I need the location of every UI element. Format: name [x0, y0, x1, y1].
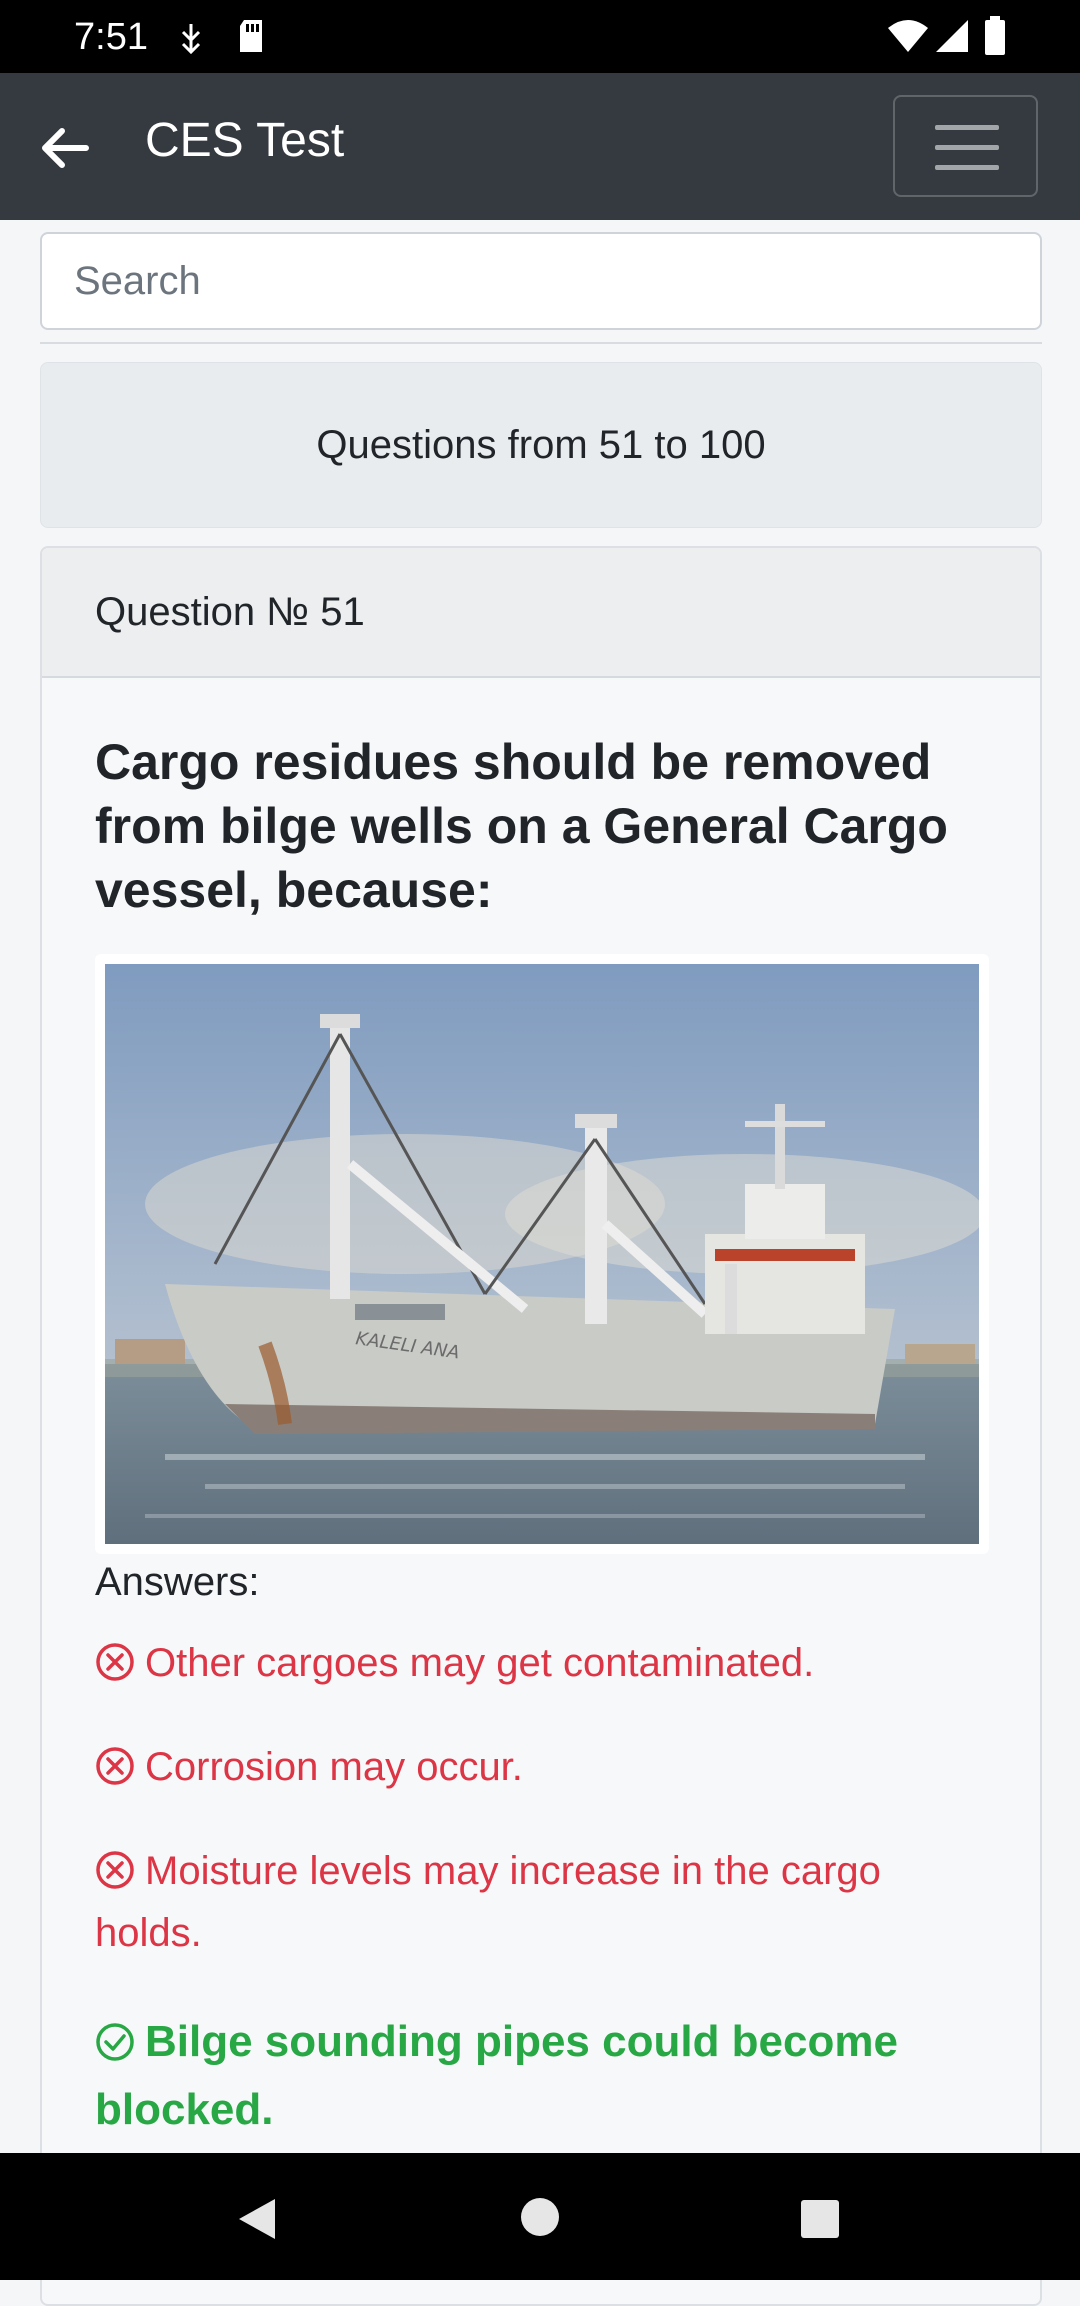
hamburger-line — [935, 165, 999, 170]
usb-debug-icon — [176, 22, 206, 59]
answer-option[interactable]: Other cargoes may get contaminated. — [95, 1632, 975, 1694]
divider — [40, 342, 1042, 344]
answer-option[interactable]: Corrosion may occur. — [95, 1736, 975, 1798]
status-bar: 7:51 — [0, 0, 1080, 73]
question-text: Cargo residues should be removed from bi… — [95, 734, 948, 918]
question-number: Question № 51 — [42, 548, 1040, 678]
answer-text: Moisture levels may increase in the carg… — [95, 1849, 881, 1955]
question-card: Question № 51 Cargo residues should be r… — [40, 546, 1042, 2306]
x-circle-icon — [96, 1747, 134, 1785]
answer-text: Other cargoes may get contaminated. — [145, 1641, 815, 1685]
cell-signal-icon — [934, 18, 970, 59]
x-circle-icon — [96, 1851, 134, 1889]
questions-range-label: Questions from 51 to 100 — [316, 423, 766, 467]
nav-back-icon[interactable] — [235, 2197, 279, 2241]
hamburger-menu-icon — [935, 125, 999, 130]
battery-icon — [984, 16, 1006, 61]
question-image: KALELI ANA — [95, 954, 989, 1554]
sd-card-icon — [236, 18, 266, 59]
answer-option[interactable]: Moisture levels may increase in the carg… — [95, 1840, 975, 1964]
nav-recents-icon[interactable] — [800, 2199, 840, 2239]
app-title: CES Test — [145, 114, 345, 167]
x-circle-icon — [96, 1643, 134, 1681]
system-nav-bar — [0, 2153, 1080, 2280]
answer-text: Bilge sounding pipes could become blocke… — [95, 2017, 898, 2134]
status-time: 7:51 — [74, 16, 148, 58]
nav-home-icon[interactable] — [520, 2197, 560, 2237]
answers-label: Answers: — [95, 1560, 260, 1604]
hamburger-line — [935, 145, 999, 150]
search-input[interactable] — [40, 232, 1042, 330]
check-circle-icon — [96, 2023, 134, 2061]
answer-text: Corrosion may occur. — [145, 1745, 523, 1789]
app-bar: CES Test — [0, 73, 1080, 220]
questions-range-box[interactable]: Questions from 51 to 100 — [40, 362, 1042, 528]
menu-toggle-button[interactable] — [893, 95, 1038, 197]
arrow-left-icon — [42, 128, 89, 168]
wifi-icon — [886, 18, 930, 59]
back-button[interactable] — [30, 113, 100, 183]
ship-photo: KALELI ANA — [105, 964, 979, 1544]
answer-option-correct[interactable]: Bilge sounding pipes could become blocke… — [95, 2008, 975, 2144]
